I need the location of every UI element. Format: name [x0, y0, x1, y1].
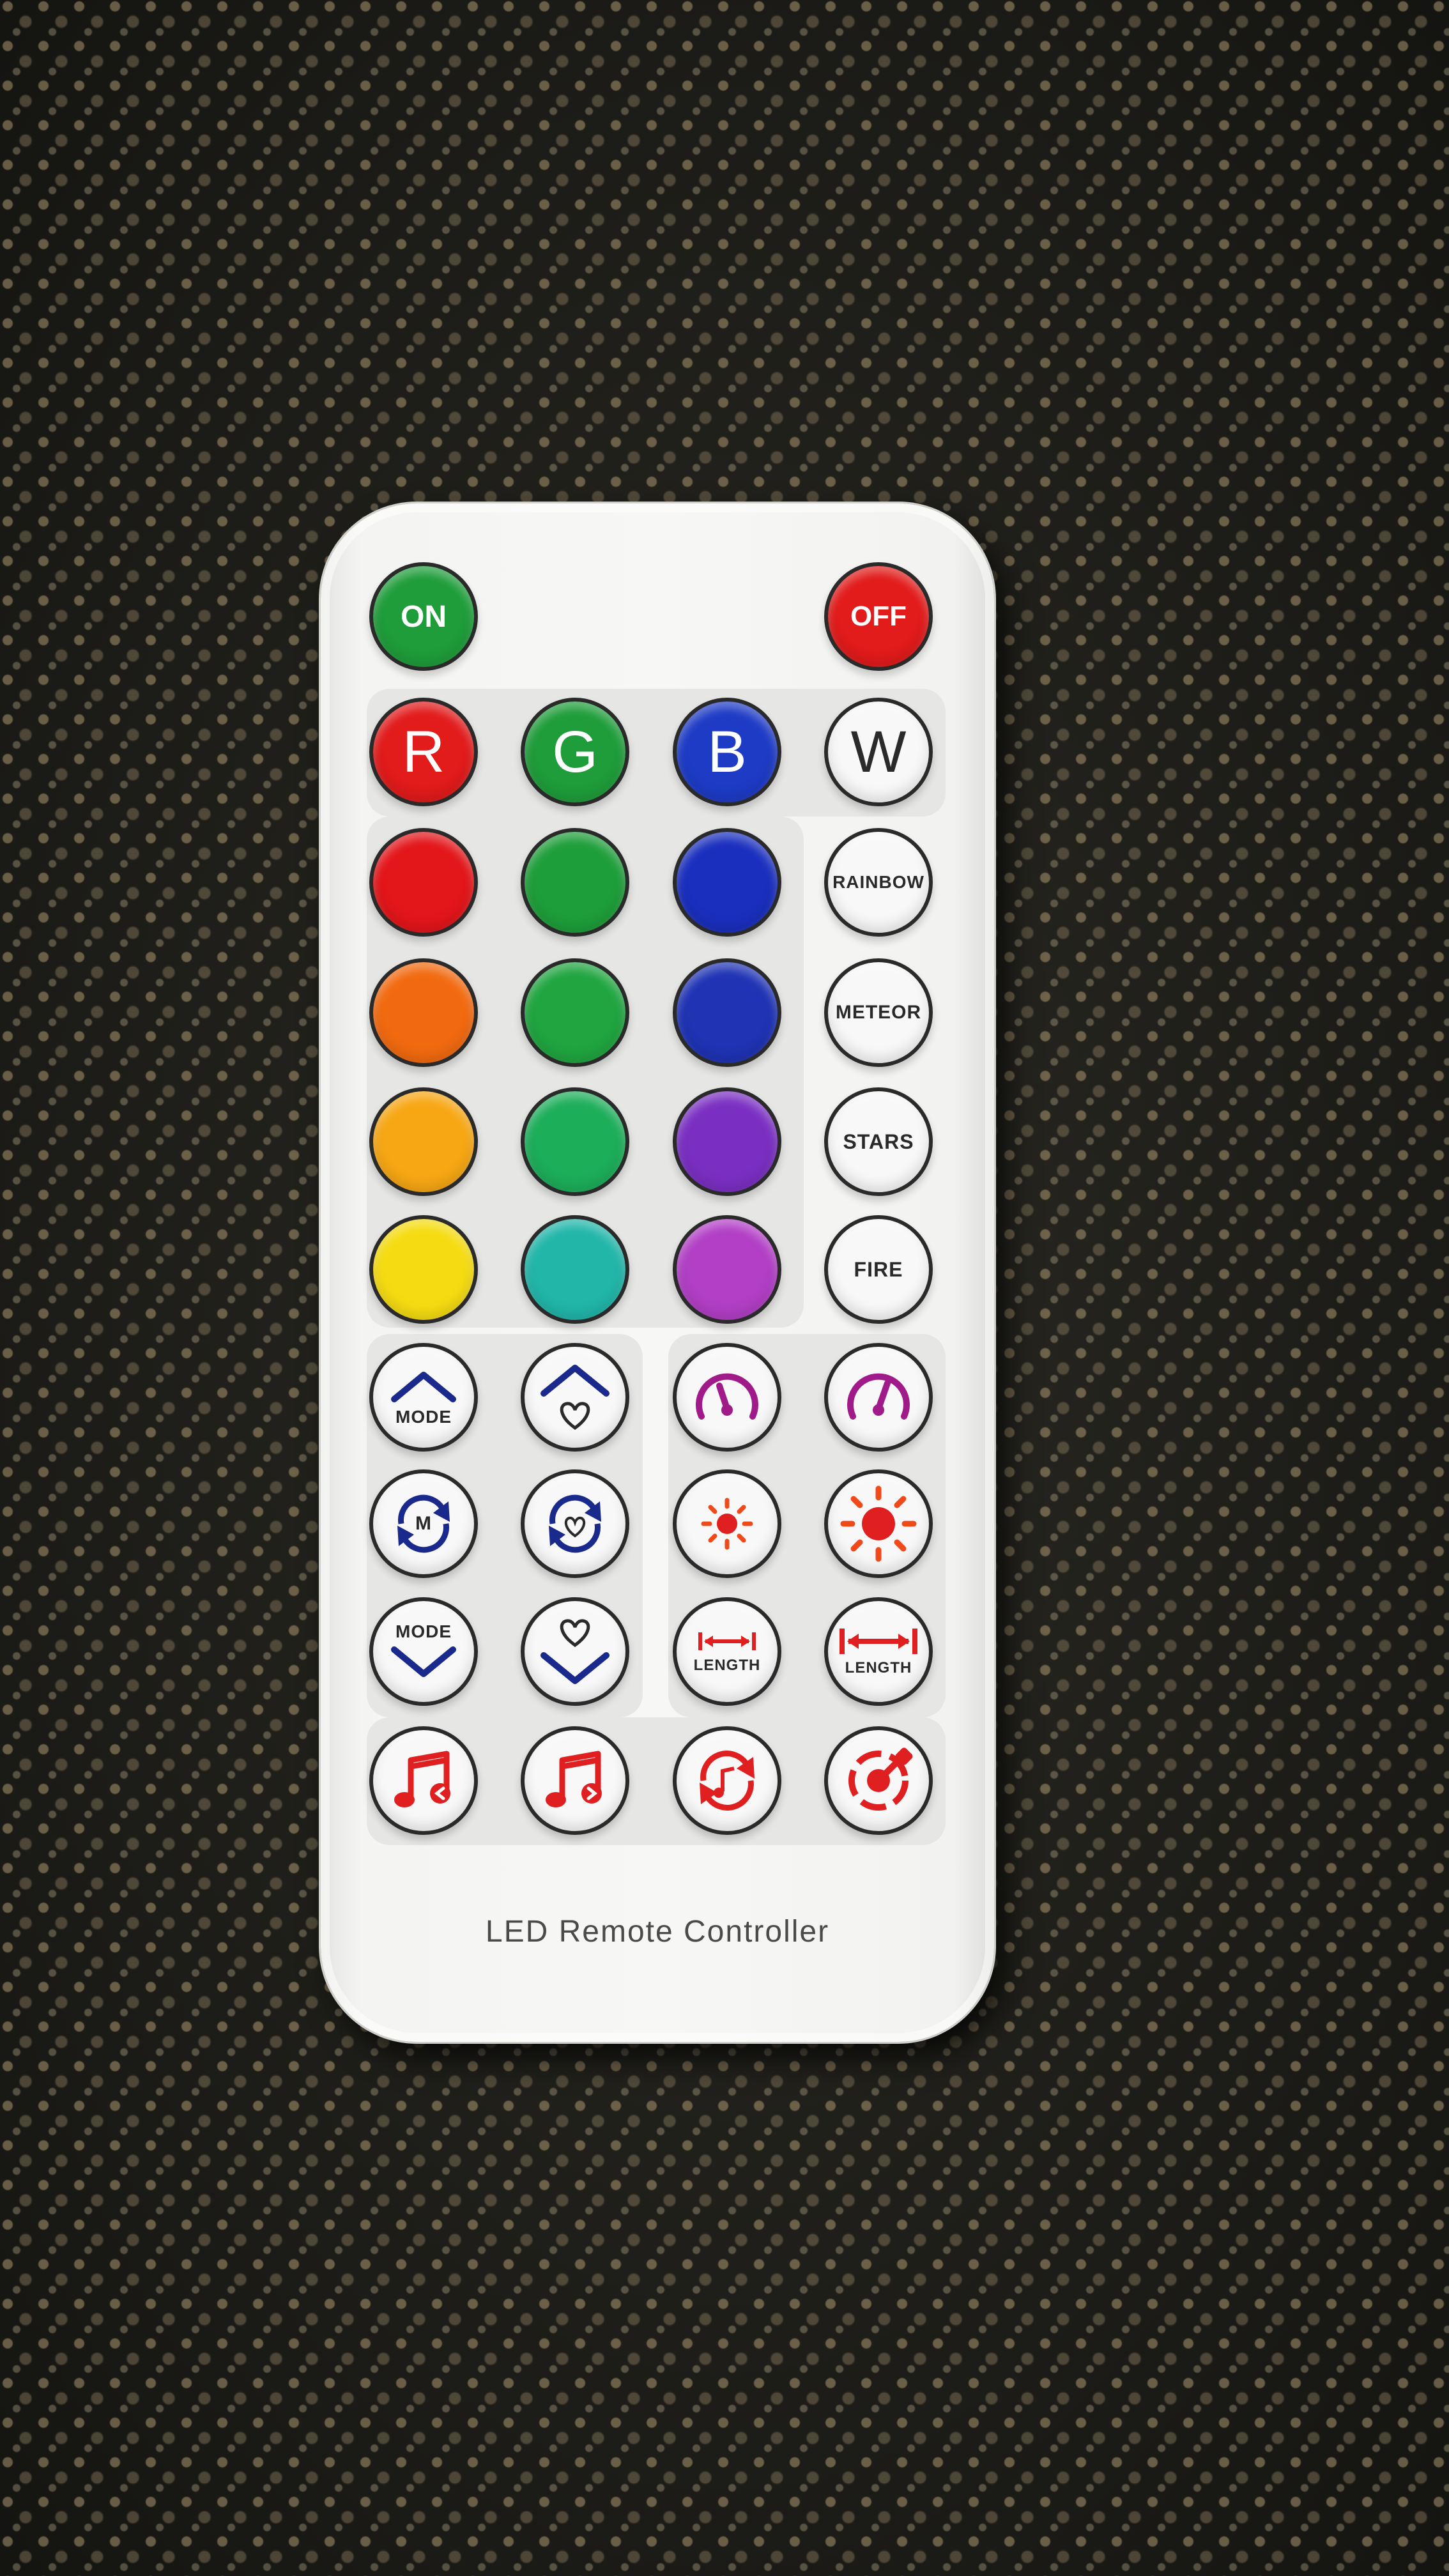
mode-up-button[interactable]: MODE [369, 1343, 478, 1452]
music-next-icon [546, 1751, 602, 1807]
favorite-cycle-button[interactable] [521, 1469, 629, 1578]
color-swatch-r4c1[interactable] [369, 1215, 478, 1324]
remote-brand-label: LED Remote Controller [485, 1915, 830, 1949]
mode-down-label: MODE [395, 1621, 452, 1641]
length-increase-button[interactable]: LENGTH [824, 1597, 933, 1706]
color-swatch-r1c2[interactable] [521, 828, 629, 937]
speed-down-icon [696, 1373, 758, 1420]
speed-up-icon [847, 1373, 910, 1420]
color-swatch-r2c3[interactable] [673, 958, 781, 1067]
favorite-up-icon [540, 1365, 610, 1430]
mode-auto-cycle-button[interactable]: M [369, 1469, 478, 1578]
color-swatch-r3c2[interactable] [521, 1087, 629, 1196]
led-remote-controller: ON OFF R G B W RAINBOW METEOR STARS FIRE [321, 503, 994, 2042]
color-swatch-r1c3[interactable] [673, 828, 781, 937]
music-prev-icon [394, 1751, 450, 1807]
color-picker-button[interactable] [824, 1726, 933, 1835]
favorite-up-button[interactable] [521, 1343, 629, 1452]
brightness-up-button[interactable] [824, 1469, 933, 1578]
mode-down-button[interactable]: MODE [369, 1597, 478, 1706]
on-button[interactable]: ON [369, 562, 478, 671]
stars-button[interactable]: STARS [824, 1087, 933, 1196]
white-label: W [850, 719, 907, 785]
white-button[interactable]: W [824, 698, 933, 806]
color-swatch-r4c2[interactable] [521, 1215, 629, 1324]
mode-up-icon [391, 1372, 456, 1402]
blue-label: B [707, 719, 747, 785]
length-increase-label: LENGTH [845, 1659, 912, 1676]
color-swatch-r1c1[interactable] [369, 828, 478, 937]
brightness-up-icon [840, 1485, 917, 1562]
stars-label: STARS [843, 1130, 914, 1153]
color-swatch-r3c1[interactable] [369, 1087, 478, 1196]
color-picker-icon [848, 1747, 913, 1811]
rainbow-label: RAINBOW [832, 872, 924, 892]
meteor-label: METEOR [835, 1002, 922, 1023]
on-label: ON [401, 599, 447, 634]
music-sync-button[interactable] [673, 1726, 781, 1835]
favorite-cycle-icon [549, 1494, 601, 1553]
favorite-down-icon [540, 1619, 610, 1684]
brightness-down-button[interactable] [673, 1469, 781, 1578]
blue-button[interactable]: B [673, 698, 781, 806]
off-button[interactable]: OFF [824, 562, 933, 671]
length-decrease-label: LENGTH [693, 1657, 761, 1674]
green-label: G [552, 719, 598, 785]
red-label: R [402, 719, 445, 785]
red-button[interactable]: R [369, 698, 478, 806]
speed-down-button[interactable] [673, 1343, 781, 1452]
mode-up-label: MODE [395, 1407, 452, 1427]
off-label: OFF [850, 601, 907, 632]
length-increase-icon [839, 1629, 917, 1654]
music-sync-icon [700, 1751, 755, 1811]
color-swatch-r2c1[interactable] [369, 958, 478, 1067]
color-swatch-r2c2[interactable] [521, 958, 629, 1067]
fire-button[interactable]: FIRE [824, 1215, 933, 1324]
length-decrease-button[interactable]: LENGTH [673, 1597, 781, 1706]
mode-down-icon [391, 1646, 456, 1677]
favorite-down-button[interactable] [521, 1597, 629, 1706]
mode-auto-label: M [415, 1513, 432, 1534]
length-decrease-icon [698, 1632, 756, 1650]
green-button[interactable]: G [521, 698, 629, 806]
speed-up-button[interactable] [824, 1343, 933, 1452]
rainbow-button[interactable]: RAINBOW [824, 828, 933, 937]
color-swatch-r3c3[interactable] [673, 1087, 781, 1196]
music-next-button[interactable] [521, 1726, 629, 1835]
meteor-button[interactable]: METEOR [824, 958, 933, 1067]
color-swatch-r4c3[interactable] [673, 1215, 781, 1324]
brightness-down-icon [701, 1498, 753, 1550]
fire-label: FIRE [854, 1257, 903, 1281]
music-prev-button[interactable] [369, 1726, 478, 1835]
